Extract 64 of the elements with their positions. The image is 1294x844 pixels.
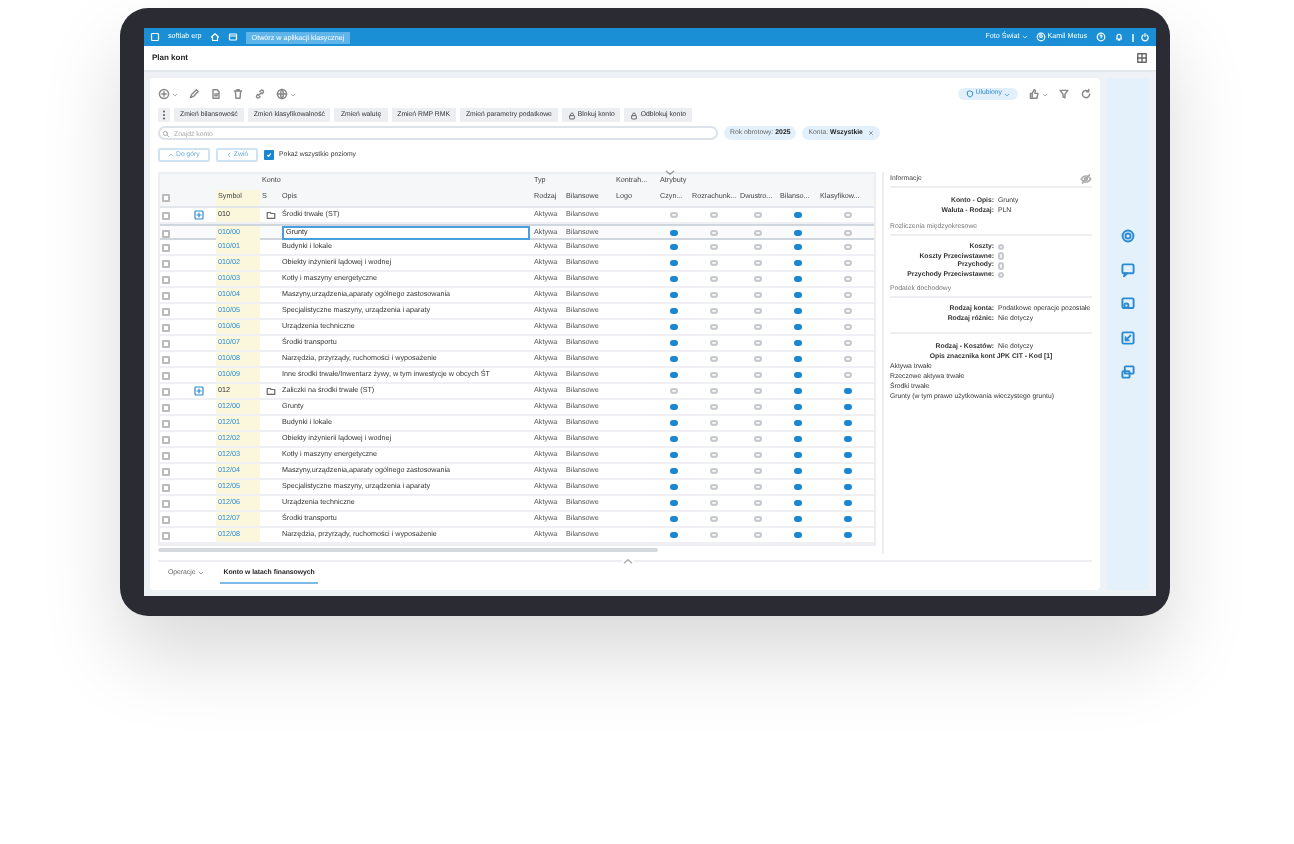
lock-icon bbox=[567, 111, 576, 119]
checkbox[interactable] bbox=[162, 419, 170, 427]
checkbox[interactable] bbox=[162, 483, 170, 491]
checkbox[interactable] bbox=[162, 291, 170, 299]
globe-icon[interactable] bbox=[276, 88, 288, 100]
checkbox[interactable] bbox=[162, 323, 170, 331]
user-icon bbox=[1035, 31, 1046, 42]
checkbox[interactable] bbox=[162, 275, 170, 283]
window-toggle-icon[interactable] bbox=[1136, 52, 1148, 64]
add-icon[interactable] bbox=[158, 88, 170, 100]
refresh-icon[interactable] bbox=[1080, 88, 1092, 100]
chevron-up-icon[interactable] bbox=[622, 558, 634, 564]
search-icon bbox=[162, 129, 170, 137]
folder-icon bbox=[265, 210, 275, 220]
chevron-left-icon bbox=[225, 152, 232, 158]
checkbox[interactable] bbox=[162, 339, 170, 347]
more-button[interactable] bbox=[158, 108, 170, 122]
checkbox[interactable] bbox=[162, 451, 170, 459]
resize-icon[interactable] bbox=[1120, 330, 1136, 346]
filter-icon[interactable] bbox=[1058, 88, 1070, 100]
caret-icon bbox=[1021, 33, 1028, 40]
caret-icon[interactable] bbox=[172, 91, 178, 97]
help-icon[interactable] bbox=[1095, 32, 1105, 42]
folder-icon bbox=[265, 386, 275, 396]
caret-icon bbox=[1004, 91, 1010, 97]
checkbox[interactable] bbox=[162, 229, 170, 237]
pencil-icon[interactable] bbox=[188, 88, 200, 100]
link-icon[interactable] bbox=[254, 88, 266, 100]
checkbox[interactable] bbox=[162, 259, 170, 267]
caret-icon[interactable] bbox=[290, 91, 296, 97]
document-icon[interactable] bbox=[210, 88, 222, 100]
checkbox[interactable] bbox=[162, 194, 170, 202]
caret-icon[interactable] bbox=[1042, 91, 1048, 97]
checkbox[interactable] bbox=[162, 435, 170, 443]
logo-icon bbox=[150, 32, 160, 42]
checkbox[interactable] bbox=[162, 403, 170, 411]
lock-icon bbox=[630, 111, 639, 119]
window-icon[interactable] bbox=[227, 32, 238, 42]
checkbox[interactable] bbox=[162, 243, 170, 251]
thumbs-up-icon[interactable] bbox=[1028, 88, 1040, 100]
checkbox[interactable] bbox=[162, 515, 170, 523]
chat-icon[interactable] bbox=[1120, 262, 1136, 278]
checkbox[interactable] bbox=[162, 387, 170, 395]
trash-icon[interactable] bbox=[232, 88, 244, 100]
expand-icon[interactable] bbox=[193, 386, 203, 396]
eye-icon[interactable] bbox=[1080, 174, 1092, 184]
bell-icon[interactable] bbox=[1113, 32, 1123, 42]
checkbox[interactable] bbox=[162, 355, 170, 363]
power-icon[interactable] bbox=[1140, 32, 1150, 42]
chevron-down-icon[interactable] bbox=[664, 170, 676, 176]
comment-icon[interactable] bbox=[1120, 296, 1136, 312]
expand-icon[interactable] bbox=[193, 210, 203, 220]
checkbox[interactable] bbox=[162, 467, 170, 475]
screens-icon[interactable] bbox=[1120, 364, 1136, 380]
caret-icon bbox=[197, 570, 204, 576]
checkbox[interactable] bbox=[162, 499, 170, 507]
checkbox[interactable] bbox=[162, 371, 170, 379]
home-icon[interactable] bbox=[209, 32, 220, 42]
chevron-up-icon bbox=[168, 152, 174, 158]
checkbox[interactable] bbox=[162, 211, 170, 219]
shield-icon bbox=[965, 90, 974, 98]
checkbox[interactable] bbox=[162, 531, 170, 539]
close-icon[interactable] bbox=[868, 130, 875, 136]
checkbox[interactable] bbox=[162, 307, 170, 315]
